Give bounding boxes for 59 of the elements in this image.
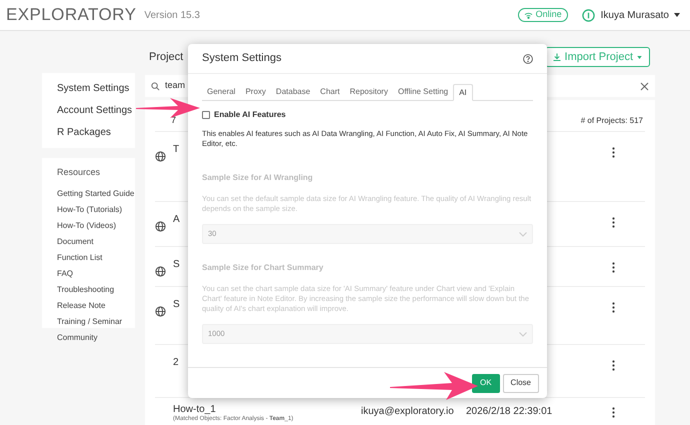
resource-link[interactable]: Function List bbox=[57, 252, 135, 264]
search-icon bbox=[151, 82, 160, 90]
projects-heading: Project bbox=[148, 50, 184, 65]
caret-icon bbox=[674, 13, 680, 17]
settings-tab[interactable]: AI bbox=[453, 84, 473, 101]
sidebar-item[interactable]: R Packages bbox=[57, 125, 135, 140]
settings-tab[interactable]: General bbox=[202, 83, 240, 100]
more-options-icon[interactable] bbox=[612, 147, 615, 158]
resource-link[interactable]: Community bbox=[57, 332, 135, 344]
resources-heading: Resources bbox=[57, 166, 102, 179]
pointer-arrow bbox=[136, 98, 200, 118]
more-options-icon[interactable] bbox=[612, 262, 615, 273]
settings-tab[interactable]: Database bbox=[270, 83, 316, 100]
more-options-icon[interactable] bbox=[612, 407, 615, 418]
column-mark: 7 bbox=[170, 114, 176, 126]
user-menu[interactable]: Ikuya Murasato bbox=[600, 8, 680, 22]
search-value: team bbox=[165, 79, 186, 92]
settings-tab[interactable]: Chart bbox=[315, 83, 345, 100]
globe-icon bbox=[155, 221, 166, 232]
section-heading: Sample Size for AI Wrangling bbox=[202, 172, 314, 184]
enable-ai-checkbox[interactable] bbox=[202, 111, 210, 119]
updated-time: 2026/2/18 22:39:01 bbox=[466, 405, 554, 419]
globe-icon bbox=[155, 266, 166, 277]
close-icon[interactable] bbox=[640, 82, 649, 90]
resource-link[interactable]: Getting Started Guide bbox=[57, 188, 135, 200]
settings-tab[interactable]: Repository bbox=[344, 83, 393, 100]
chevron-down-icon bbox=[519, 332, 527, 336]
dialog-title: System Settings bbox=[202, 51, 282, 66]
version-label: Version 15.3 bbox=[144, 8, 200, 22]
resource-link[interactable]: Training / Seminar bbox=[57, 316, 135, 328]
globe-icon bbox=[155, 151, 166, 162]
section-heading: Sample Size for Chart Summary bbox=[202, 262, 324, 274]
checkbox-label: Enable AI Features bbox=[214, 109, 286, 121]
resource-link[interactable]: How-To (Videos) bbox=[57, 220, 135, 232]
download-icon bbox=[552, 53, 561, 61]
project-count: # of Projects: 517 bbox=[580, 115, 644, 127]
online-status: Online bbox=[518, 8, 568, 22]
settings-tab[interactable]: Offline Setting bbox=[392, 83, 454, 100]
more-options-icon[interactable] bbox=[612, 217, 615, 228]
sidebar-item[interactable]: System Settings bbox=[57, 81, 135, 96]
help-icon[interactable] bbox=[523, 54, 533, 64]
resource-link[interactable]: FAQ bbox=[57, 268, 135, 280]
caret-icon bbox=[637, 56, 642, 58]
resource-link[interactable]: Release Note bbox=[57, 300, 135, 312]
project-name[interactable]: How-to_1 bbox=[173, 404, 361, 415]
sidebar-item[interactable]: Account Settings bbox=[57, 103, 135, 118]
resource-link[interactable]: Document bbox=[57, 236, 135, 248]
close-button[interactable]: Close bbox=[502, 374, 539, 392]
chevron-down-icon bbox=[519, 232, 527, 236]
globe-icon bbox=[155, 306, 166, 317]
wifi-icon bbox=[524, 12, 533, 18]
settings-tab[interactable]: Proxy bbox=[240, 83, 271, 100]
more-options-icon[interactable] bbox=[612, 360, 615, 371]
user-status-icon bbox=[582, 8, 595, 22]
resource-link[interactable]: How-To (Tutorials) bbox=[57, 204, 135, 216]
resource-link[interactable]: Troubleshooting bbox=[57, 284, 135, 296]
more-options-icon[interactable] bbox=[612, 302, 615, 313]
app-logo: EXPLORATORY bbox=[6, 4, 136, 26]
owner-email: ikuya@exploratory.io bbox=[361, 405, 455, 419]
